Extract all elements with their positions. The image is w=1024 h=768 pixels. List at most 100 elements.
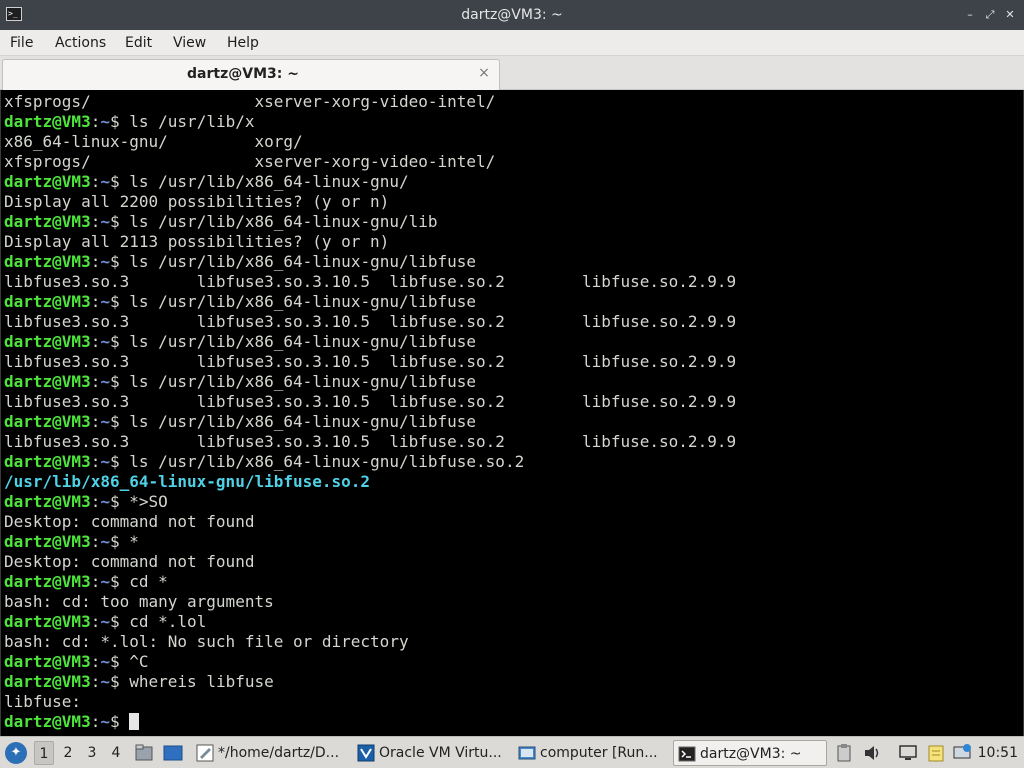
terminal-output-line: bash: cd: too many arguments	[4, 592, 274, 612]
prompt-symbol: $	[109, 492, 120, 511]
output-text: x86_64-linux-gnu/ xorg/	[4, 132, 303, 151]
volume-icon[interactable]	[862, 743, 882, 763]
file-manager-icon[interactable]	[134, 743, 154, 763]
show-desktop-icon[interactable]	[163, 743, 183, 763]
terminal-view[interactable]: xfsprogs/ xserver-xorg-video-intel/dartz…	[0, 90, 1024, 736]
terminal-output-line: Desktop: command not found	[4, 512, 254, 532]
prompt-separator: :	[90, 172, 101, 191]
terminal-command-line: dartz@VM3:~$ cd *.lol	[4, 612, 206, 632]
output-text: Desktop: command not found	[4, 512, 255, 531]
task-virtual-machine[interactable]: computer [Run...	[514, 740, 667, 766]
command-text: ls /usr/lib/x86_64-linux-gnu/	[119, 172, 409, 191]
terminal-command-line: dartz@VM3:~$ *>SO	[4, 492, 168, 512]
prompt-separator: :	[90, 212, 101, 231]
prompt-user: dartz@VM3	[4, 292, 91, 311]
menu-edit[interactable]: Edit	[125, 30, 152, 56]
prompt-separator: :	[90, 372, 101, 391]
terminal-command-line: dartz@VM3:~$ ls /usr/lib/x86_64-linux-gn…	[4, 252, 476, 272]
output-text: libfuse3.so.3 libfuse3.so.3.10.5 libfuse…	[4, 432, 737, 451]
task-label: */home/dartz/D...	[218, 745, 340, 761]
text-cursor	[129, 713, 140, 730]
prompt-user: dartz@VM3	[4, 332, 91, 351]
terminal-command-line: dartz@VM3:~$ ls /usr/lib/x86_64-linux-gn…	[4, 292, 476, 312]
terminal-command-line: dartz@VM3:~$ ls /usr/lib/x86_64-linux-gn…	[4, 212, 438, 232]
workspace-4[interactable]: 4	[106, 741, 126, 765]
clock: 10:51	[977, 745, 1018, 761]
tab-label: dartz@VM3: ~	[187, 66, 299, 82]
prompt-user: dartz@VM3	[4, 412, 91, 431]
window-title: dartz@VM3: ~	[461, 7, 563, 23]
command-text: whereis libfuse	[119, 672, 274, 691]
workspace-3[interactable]: 3	[82, 741, 102, 765]
prompt-path: ~	[100, 452, 110, 471]
prompt-path: ~	[100, 572, 110, 591]
prompt-symbol: $	[109, 452, 120, 471]
tab-close-icon[interactable]: ×	[477, 65, 491, 81]
prompt-user: dartz@VM3	[4, 112, 91, 131]
output-text: bash: cd: too many arguments	[4, 592, 274, 611]
output-text: bash: cd: *.lol: No such file or directo…	[4, 632, 409, 651]
prompt-user: dartz@VM3	[4, 612, 91, 631]
prompt-separator: :	[90, 612, 101, 631]
prompt-user: dartz@VM3	[4, 172, 91, 191]
prompt-symbol: $	[109, 252, 120, 271]
minimize-button[interactable]: –	[962, 7, 978, 23]
virtual-machine-icon	[518, 746, 536, 760]
command-text: ls /usr/lib/x	[119, 112, 255, 131]
task-virtualbox[interactable]: Oracle VM Virtu...	[353, 740, 508, 766]
command-text: cd *.lol	[119, 612, 207, 631]
output-text: libfuse:	[4, 692, 82, 711]
virtualbox-icon	[357, 744, 375, 762]
menu-actions[interactable]: Actions	[55, 30, 106, 56]
task-terminal[interactable]: dartz@VM3: ~	[673, 740, 827, 766]
workspace-1[interactable]: 1	[34, 741, 54, 765]
menu-bar: File Actions Edit View Help	[0, 30, 1024, 56]
prompt-path: ~	[100, 412, 110, 431]
prompt-symbol: $	[109, 532, 120, 551]
terminal-command-line: dartz@VM3:~$ ls /usr/lib/x86_64-linux-gn…	[4, 372, 476, 392]
terminal-output-line: xfsprogs/ xserver-xorg-video-intel/	[4, 152, 495, 172]
menu-view[interactable]: View	[173, 30, 206, 56]
notes-icon[interactable]	[926, 743, 946, 763]
prompt-separator: :	[90, 712, 101, 731]
prompt-symbol: $	[109, 652, 120, 671]
clipboard-icon[interactable]	[834, 743, 854, 763]
prompt-symbol: $	[109, 412, 120, 431]
output-text: libfuse3.so.3 libfuse3.so.3.10.5 libfuse…	[4, 352, 737, 371]
prompt-symbol: $	[109, 672, 120, 691]
prompt-separator: :	[90, 112, 101, 131]
close-button[interactable]: ✕	[1002, 7, 1018, 23]
task-text-editor[interactable]: */home/dartz/D...	[192, 740, 346, 766]
terminal-output-line: Desktop: command not found	[4, 552, 254, 572]
command-text: ls /usr/lib/x86_64-linux-gnu/libfuse	[119, 412, 477, 431]
prompt-separator: :	[90, 492, 101, 511]
output-text: libfuse3.so.3 libfuse3.so.3.10.5 libfuse…	[4, 312, 737, 331]
menu-help[interactable]: Help	[227, 30, 259, 56]
terminal-command-line: dartz@VM3:~$ ls /usr/lib/x86_64-linux-gn…	[4, 412, 476, 432]
display-icon[interactable]	[898, 743, 918, 763]
output-text: xfsprogs/ xserver-xorg-video-intel/	[4, 92, 496, 111]
prompt-symbol: $	[109, 112, 120, 131]
terminal-command-line: dartz@VM3:~$ ls /usr/lib/x86_64-linux-gn…	[4, 332, 476, 352]
output-text: Display all 2200 possibilities? (y or n)	[4, 192, 390, 211]
prompt-path: ~	[100, 332, 110, 351]
menu-file[interactable]: File	[10, 30, 33, 56]
prompt-symbol: $	[109, 332, 120, 351]
prompt-symbol: $	[109, 212, 120, 231]
prompt-separator: :	[90, 652, 101, 671]
prompt-separator: :	[90, 452, 101, 471]
prompt-path: ~	[100, 292, 110, 311]
prompt-separator: :	[90, 292, 101, 311]
output-text: /usr/lib/x86_64-linux-gnu/libfuse.so.2	[4, 472, 371, 491]
terminal-command-line: dartz@VM3:~$ *	[4, 532, 139, 552]
terminal-path-output: /usr/lib/x86_64-linux-gnu/libfuse.so.2	[4, 472, 370, 492]
tab-terminal[interactable]: dartz@VM3: ~ ×	[2, 59, 500, 90]
workspace-2[interactable]: 2	[58, 741, 78, 765]
network-icon[interactable]	[952, 743, 972, 763]
prompt-symbol: $	[109, 372, 120, 391]
maximize-button[interactable]: ⤢	[982, 7, 998, 23]
start-menu-button[interactable]: ✦	[5, 742, 27, 764]
terminal-output-line: Display all 2113 possibilities? (y or n)	[4, 232, 389, 252]
prompt-symbol: $	[109, 172, 120, 191]
prompt-path: ~	[100, 252, 110, 271]
